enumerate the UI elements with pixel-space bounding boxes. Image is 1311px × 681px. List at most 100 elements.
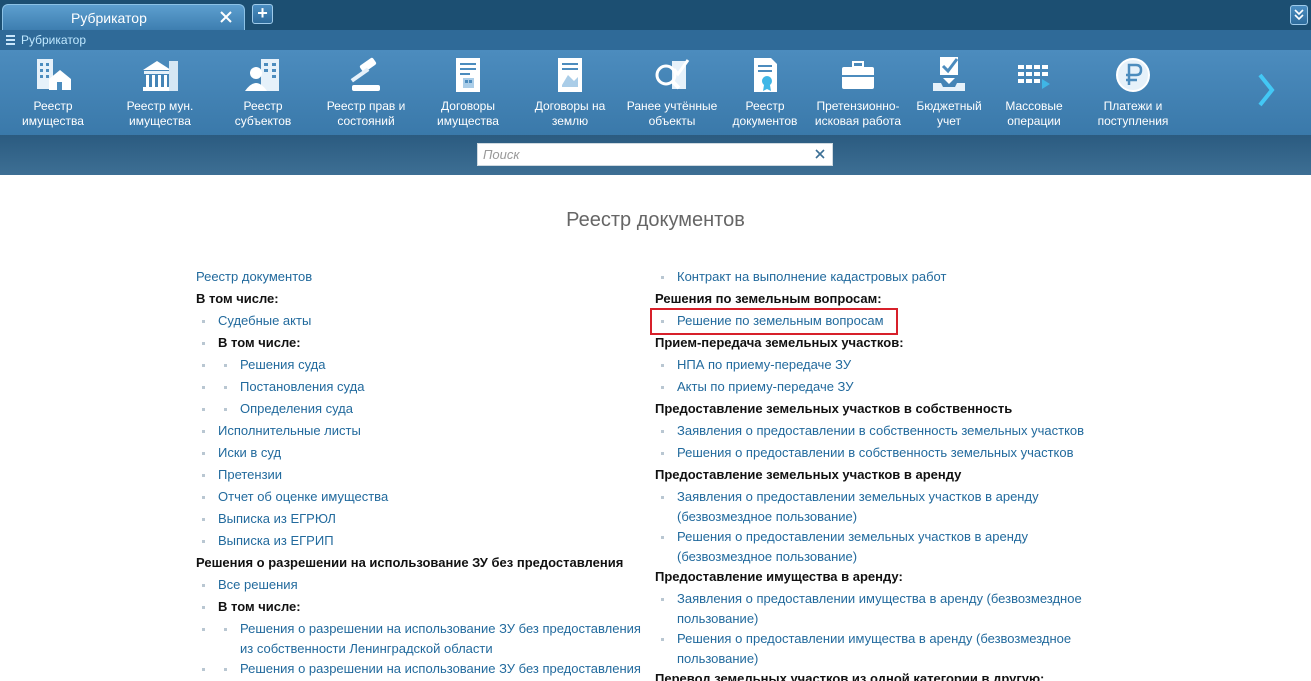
- tab-menu-button[interactable]: [1290, 5, 1308, 25]
- list-item[interactable]: Заявления о предоставлении земельных уча…: [655, 487, 1105, 527]
- tab-rubricator[interactable]: Рубрикатор: [2, 4, 245, 30]
- list-item[interactable]: Выписка из ЕГРИП: [196, 531, 652, 553]
- bullet-icon: [224, 386, 227, 389]
- magnifier-check-icon: [655, 59, 690, 90]
- list-item[interactable]: Выписка из ЕГРЮЛ: [196, 509, 652, 531]
- bullet-icon: [224, 408, 227, 411]
- toolbar-item-claims[interactable]: Претензионно-исковая работа: [808, 50, 908, 135]
- list-item[interactable]: НПА по приему-передаче ЗУ: [655, 355, 1105, 377]
- bullet-icon: [661, 638, 664, 641]
- toolbar-item-mass-operations[interactable]: Массовые операции: [984, 50, 1084, 135]
- breadcrumb-label[interactable]: Рубрикатор: [21, 33, 86, 47]
- bullet-icon: [202, 452, 205, 455]
- toolbar-item-label: Реестр имущества: [22, 99, 84, 128]
- bullet-icon: [202, 386, 205, 389]
- list-item[interactable]: Решения о разрешении на использование ЗУ…: [196, 619, 652, 659]
- list-item-highlighted[interactable]: Решение по земельным вопросам: [650, 308, 1105, 335]
- bullet-icon: [661, 496, 664, 499]
- list-item[interactable]: Отчет об оценке имущества: [196, 487, 652, 509]
- toolbar-item-label: Реестр субъектов: [234, 99, 292, 128]
- bullet-icon: [202, 584, 205, 587]
- section-heading: Предоставление земельных участков в собс…: [655, 401, 1013, 416]
- right-column: Контракт на выполнение кадастровых работ…: [650, 267, 1105, 681]
- bullet-icon: [202, 628, 205, 631]
- list-item[interactable]: Реестр документов: [196, 267, 652, 289]
- toolbar-item-land-contracts[interactable]: Договоры на землю: [520, 50, 620, 135]
- list-item[interactable]: Все решения: [196, 575, 652, 597]
- building-house-icon: [37, 59, 71, 90]
- section-heading: В том числе:: [196, 597, 652, 619]
- toolbar-item-subjects-registry[interactable]: Реестр субъектов: [213, 50, 313, 135]
- list-item[interactable]: Судебные акты: [196, 311, 652, 333]
- toolbar-item-property-contracts[interactable]: Договоры имущества: [418, 50, 518, 135]
- bullet-icon: [224, 628, 227, 631]
- grid-operations-icon: [1018, 65, 1050, 89]
- list-item[interactable]: Решения о предоставлении имущества в аре…: [655, 629, 1105, 669]
- toolbar-item-label: Массовые операции: [1005, 99, 1063, 128]
- list-item[interactable]: Решения суда: [196, 355, 652, 377]
- section-heading: В том числе:: [196, 333, 652, 355]
- bullet-icon: [661, 430, 664, 433]
- toolbar-item-label: Договоры имущества: [437, 99, 499, 128]
- section-heading: Перевод земельных участков из одной кате…: [655, 671, 1045, 681]
- section-heading: Прием-передача земельных участков:: [655, 335, 904, 350]
- contract-land-icon: [558, 58, 582, 92]
- municipal-building-icon: [143, 61, 178, 91]
- toolbar-item-documents-registry[interactable]: Реестр документов: [715, 50, 815, 135]
- highlight-box: [650, 308, 898, 335]
- list-item[interactable]: Иски в суд: [196, 443, 652, 465]
- list-item[interactable]: Заявления о предоставлении в собственнос…: [655, 421, 1105, 443]
- list-item[interactable]: Решения о предоставлении в собственность…: [655, 443, 1105, 465]
- bullet-icon: [661, 386, 664, 389]
- toolbar-item-payments[interactable]: Платежи и поступления: [1083, 50, 1183, 135]
- bullet-icon: [202, 518, 205, 521]
- search-input[interactable]: [478, 144, 808, 165]
- main-content: Реестр документов Реестр документов В то…: [0, 175, 1311, 681]
- toolbar-item-label: Договоры на землю: [534, 99, 606, 128]
- toolbar-item-municipal-registry[interactable]: Реестр мун. имущества: [110, 50, 210, 135]
- clear-search-icon[interactable]: [814, 148, 826, 160]
- list-icon: [6, 35, 15, 45]
- list-item[interactable]: Решения о предоставлении земельных участ…: [655, 527, 1105, 567]
- list-item[interactable]: Акты по приему-передаче ЗУ: [655, 377, 1105, 399]
- gavel-icon: [350, 57, 380, 91]
- list-item[interactable]: Решения о разрешении на использование ЗУ…: [196, 659, 652, 681]
- bullet-icon: [202, 606, 205, 609]
- toolbar-item-property-registry[interactable]: Реестр имущества: [3, 50, 103, 135]
- toolbar-item-label: Платежи и поступления: [1097, 99, 1169, 128]
- bullet-icon: [202, 496, 205, 499]
- section-heading: В том числе:: [196, 291, 279, 306]
- bullet-icon: [202, 408, 205, 411]
- list-item[interactable]: Определения суда: [196, 399, 652, 421]
- add-tab-button[interactable]: +: [252, 4, 273, 24]
- bullet-icon: [202, 474, 205, 477]
- toolbar-item-previously-recorded[interactable]: Ранее учтённые объекты: [622, 50, 722, 135]
- page-title: Реестр документов: [566, 209, 745, 231]
- bullet-icon: [202, 430, 205, 433]
- bullet-icon: [661, 536, 664, 539]
- close-icon[interactable]: [218, 8, 234, 26]
- toolbar-item-label: Ранее учтённые объекты: [626, 99, 718, 128]
- section-heading: Предоставление имущества в аренду:: [655, 569, 903, 584]
- ruble-coin-icon: [1116, 58, 1150, 92]
- list-item[interactable]: Заявления о предоставлении имущества в а…: [655, 589, 1105, 629]
- list-item[interactable]: Претензии: [196, 465, 652, 487]
- contract-property-icon: [456, 58, 480, 92]
- list-item[interactable]: Контракт на выполнение кадастровых работ: [655, 267, 1105, 289]
- toolbar-item-rights-registry[interactable]: Реестр прав и состояний: [316, 50, 416, 135]
- section-heading: Решения о разрешении на использование ЗУ…: [196, 555, 624, 570]
- list-item[interactable]: Постановления суда: [196, 377, 652, 399]
- bullet-icon: [202, 364, 205, 367]
- left-column: Реестр документов В том числе: Судебные …: [196, 267, 652, 681]
- toolbar-item-label: Претензионно-исковая работа: [814, 99, 902, 128]
- chevron-right-icon[interactable]: [1255, 70, 1279, 110]
- list-item[interactable]: Исполнительные листы: [196, 421, 652, 443]
- toolbar-item-label: Реестр прав и состояний: [326, 99, 406, 128]
- bullet-icon: [661, 598, 664, 601]
- search-bar: [0, 135, 1311, 175]
- bullet-icon: [202, 320, 205, 323]
- checkbox-tray-icon: [933, 57, 965, 91]
- breadcrumb: Рубрикатор: [0, 30, 1311, 50]
- bullet-icon: [661, 320, 664, 323]
- tab-bar: Рубрикатор +: [0, 0, 1311, 30]
